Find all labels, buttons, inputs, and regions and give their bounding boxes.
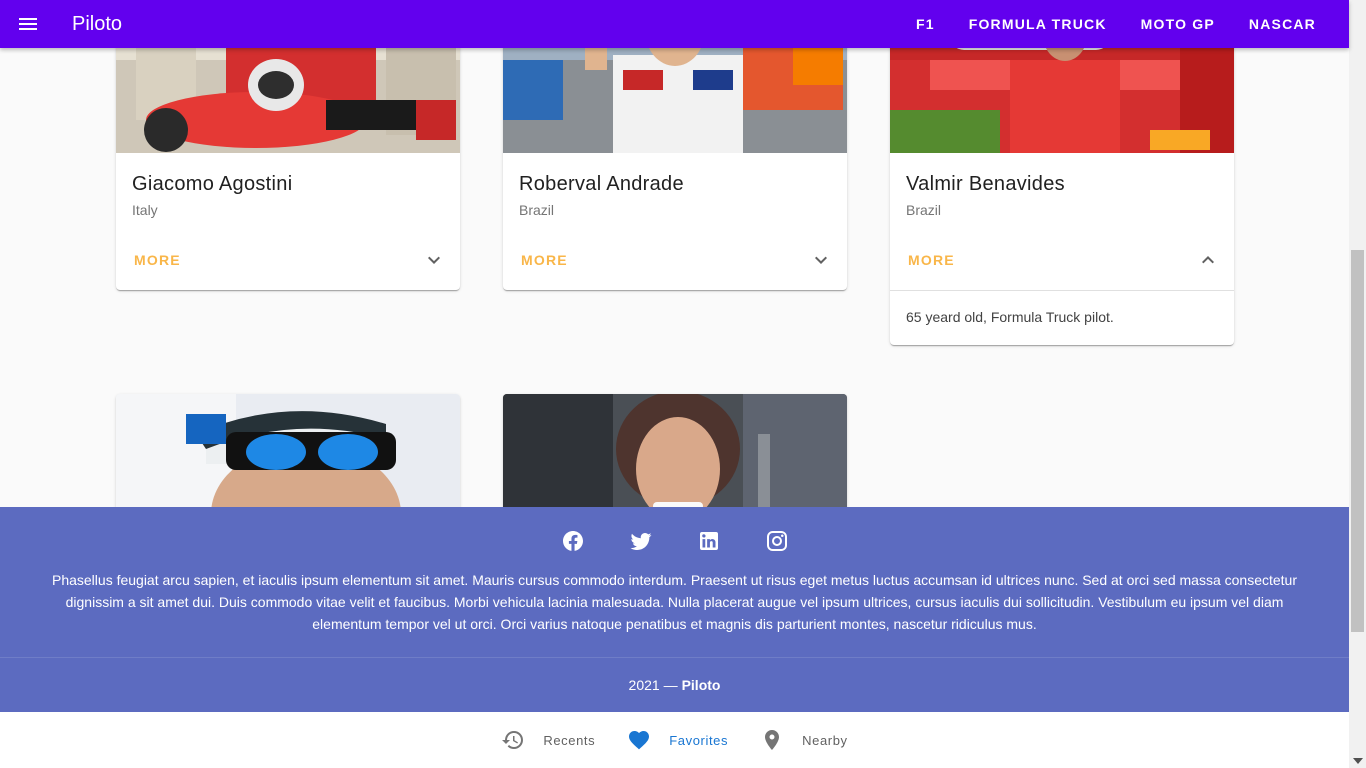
nav-nascar[interactable]: NASCAR bbox=[1232, 0, 1333, 48]
location-pin-icon bbox=[765, 730, 780, 750]
footer: Phasellus feugiat arcu sapien, et iaculi… bbox=[0, 507, 1349, 712]
social-links bbox=[0, 507, 1349, 553]
scrollbar-thumb[interactable] bbox=[1351, 250, 1364, 632]
history-icon bbox=[502, 731, 524, 749]
card-actions: MORE bbox=[890, 230, 1234, 290]
pilot-name: Valmir Benavides bbox=[906, 173, 1065, 195]
heart-icon bbox=[629, 731, 650, 750]
menu-icon[interactable] bbox=[0, 0, 56, 48]
facebook-icon[interactable] bbox=[561, 529, 585, 553]
scroll-down-arrow-icon[interactable] bbox=[1353, 758, 1363, 764]
chevron-down-icon[interactable] bbox=[416, 242, 452, 278]
nav-moto-gp[interactable]: MOTO GP bbox=[1124, 0, 1232, 48]
bottom-navigation: Recents Favorites Nearby bbox=[0, 712, 1349, 768]
pilot-photo bbox=[116, 48, 460, 153]
bottom-nav-label: Recents bbox=[543, 732, 596, 748]
pilot-photo bbox=[503, 394, 847, 507]
chevron-up-icon[interactable] bbox=[1190, 242, 1226, 278]
card-actions: MORE bbox=[503, 230, 847, 290]
twitter-icon[interactable] bbox=[629, 529, 653, 553]
pilot-photo bbox=[116, 394, 460, 507]
pilot-country: Brazil bbox=[906, 202, 942, 218]
bottom-nav-recents[interactable]: Recents bbox=[485, 712, 611, 768]
pilot-card bbox=[503, 394, 847, 507]
copyright-name: Piloto bbox=[681, 677, 721, 693]
pilot-card: Giacomo Agostini Italy MORE bbox=[116, 48, 460, 290]
bottom-nav-favorites[interactable]: Favorites bbox=[611, 712, 744, 768]
more-button[interactable]: MORE bbox=[898, 244, 965, 276]
pilot-card bbox=[116, 394, 460, 507]
linkedin-icon[interactable] bbox=[697, 529, 721, 553]
bottom-nav-nearby[interactable]: Nearby bbox=[744, 712, 864, 768]
bottom-nav-label: Favorites bbox=[669, 732, 729, 748]
app-title[interactable]: Piloto bbox=[72, 13, 122, 36]
pilot-country: Brazil bbox=[519, 202, 555, 218]
pilot-grid: Giacomo Agostini Italy MORE Roberval And… bbox=[0, 48, 1349, 507]
pilot-card: Valmir Benavides Brazil MORE 65 yeard ol… bbox=[890, 48, 1234, 345]
page-scrollbar[interactable] bbox=[1349, 0, 1366, 768]
chevron-down-icon[interactable] bbox=[803, 242, 839, 278]
copyright-year: 2021 — bbox=[628, 677, 678, 693]
instagram-icon[interactable] bbox=[765, 529, 789, 553]
card-actions: MORE bbox=[116, 230, 460, 290]
footer-text: Phasellus feugiat arcu sapien, et iaculi… bbox=[51, 572, 1297, 632]
nav-formula-truck[interactable]: FORMULA TRUCK bbox=[952, 0, 1124, 48]
pilot-country: Italy bbox=[132, 202, 158, 218]
pilot-name: Giacomo Agostini bbox=[132, 173, 293, 195]
pilot-details: 65 yeard old, Formula Truck pilot. bbox=[890, 290, 1234, 345]
more-button[interactable]: MORE bbox=[124, 244, 191, 276]
pilot-card: Roberval Andrade Brazil MORE bbox=[503, 48, 847, 290]
pilot-photo bbox=[890, 48, 1234, 153]
pilot-name: Roberval Andrade bbox=[519, 173, 684, 195]
more-button[interactable]: MORE bbox=[511, 244, 578, 276]
pilot-photo bbox=[503, 48, 847, 153]
nav-f1[interactable]: F1 bbox=[899, 0, 952, 48]
app-bar: Piloto F1 FORMULA TRUCK MOTO GP NASCAR bbox=[0, 0, 1349, 48]
bottom-nav-label: Nearby bbox=[802, 732, 848, 748]
top-nav: F1 FORMULA TRUCK MOTO GP NASCAR bbox=[899, 0, 1333, 48]
copyright: 2021 — Piloto bbox=[0, 657, 1349, 712]
